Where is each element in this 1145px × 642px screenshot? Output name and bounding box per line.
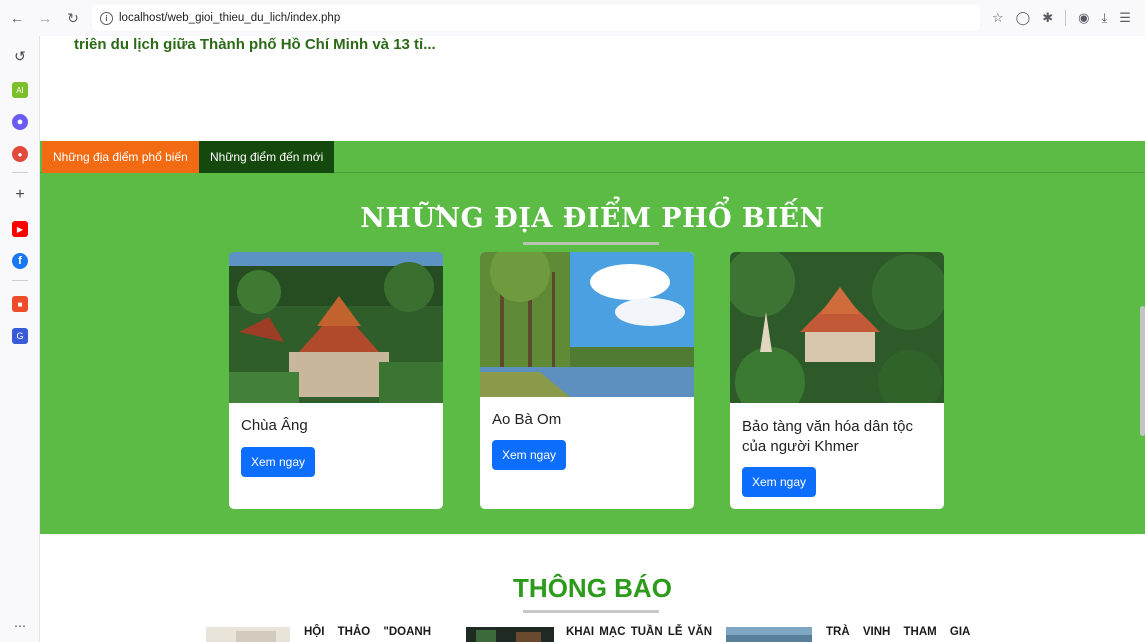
forward-icon[interactable]: → xyxy=(34,7,56,29)
tab-bar: Những địa điểm phổ biến Những điểm đến m… xyxy=(40,141,1145,173)
add-panel-icon[interactable]: + xyxy=(12,186,28,203)
shopping-icon[interactable]: ● xyxy=(12,146,28,162)
notice-underline xyxy=(523,610,659,613)
place-card: Bảo tàng văn hóa dân tộc của người Khmer… xyxy=(730,252,944,509)
card-title: Ao Bà Om xyxy=(492,411,562,428)
address-bar[interactable]: i localhost/web_gioi_thieu_du_lich/index… xyxy=(92,5,980,31)
more-icon[interactable]: ⋯ xyxy=(12,618,28,634)
news-thumbnail[interactable] xyxy=(726,627,812,642)
menu-icon[interactable]: ☰ xyxy=(1119,10,1131,26)
shopee-icon[interactable]: ■ xyxy=(12,296,28,312)
news-snippet-text[interactable]: triên du lịch giữa Thành phố Hồ Chí Minh… xyxy=(74,36,436,53)
youtube-icon[interactable]: ▶ xyxy=(12,221,28,237)
news-title[interactable]: TRÀ VINH THAM GIA xyxy=(826,626,970,638)
place-card: Ao Bà Om Xem ngay xyxy=(480,252,694,509)
bookmark-star-icon[interactable]: ☆ xyxy=(992,10,1004,26)
back-icon[interactable]: ← xyxy=(6,7,28,29)
download-icon[interactable]: ⤓ xyxy=(1101,10,1107,26)
scrollbar-thumb[interactable] xyxy=(1140,306,1145,436)
extensions-icon[interactable]: ✱ xyxy=(1042,10,1053,26)
news-thumbnail[interactable] xyxy=(206,627,290,642)
sidebar-divider xyxy=(12,172,28,173)
app-icon[interactable]: G xyxy=(12,328,28,344)
lake-image xyxy=(480,252,694,397)
shield-icon[interactable]: ◯ xyxy=(1016,10,1031,26)
tab-new-destinations[interactable]: Những điểm đến mới xyxy=(199,141,335,173)
history-icon[interactable]: ↺ xyxy=(12,48,28,64)
view-now-button[interactable]: Xem ngay xyxy=(241,447,316,477)
museum-image xyxy=(730,252,944,403)
card-title: Bảo tàng văn hóa dân tộc của người Khmer xyxy=(742,418,913,455)
popular-places-section: NHỮNG ĐỊA ĐIỂM PHỔ BIẾN Chùa Âng Xem nga… xyxy=(40,173,1145,534)
pagoda-image xyxy=(229,252,443,403)
reload-icon[interactable]: ↻ xyxy=(62,7,84,29)
news-thumbnail[interactable] xyxy=(466,627,554,642)
place-card: Chùa Âng Xem ngay xyxy=(229,252,443,509)
browser-sidebar: ↺ AI ● ● + ▶ f ■ G ⋯ xyxy=(0,36,40,642)
title-underline xyxy=(523,242,659,245)
account-icon[interactable]: ◉ xyxy=(1078,10,1089,26)
tab-popular-places[interactable]: Những địa điểm phổ biến xyxy=(42,141,199,173)
web-page: triên du lịch giữa Thành phố Hồ Chí Minh… xyxy=(40,36,1145,642)
toolbar-right: ☆ ◯ ✱ ◉ ⤓ ☰ xyxy=(992,10,1131,26)
toolbar-divider xyxy=(1065,10,1067,26)
section-title: NHỮNG ĐỊA ĐIỂM PHỔ BIẾN xyxy=(360,203,825,234)
view-now-button[interactable]: Xem ngay xyxy=(742,467,817,497)
view-now-button[interactable]: Xem ngay xyxy=(492,440,567,470)
url-text: localhost/web_gioi_thieu_du_lich/index.p… xyxy=(119,12,341,24)
news-title[interactable]: KHAI MẠC TUẦN LỄ VĂN xyxy=(566,626,712,638)
card-title: Chùa Âng xyxy=(241,417,308,434)
notice-title: THÔNG BÁO xyxy=(513,573,672,603)
news-title[interactable]: HỘI THẢO "DOANH xyxy=(304,626,431,638)
site-info-icon[interactable]: i xyxy=(100,11,113,25)
facebook-icon[interactable]: f xyxy=(12,253,28,269)
sidebar-divider-2 xyxy=(12,280,28,281)
ai-chat-icon[interactable]: AI xyxy=(12,82,28,98)
browser-toolbar: ← → ↻ i localhost/web_gioi_thieu_du_lich… xyxy=(0,0,1145,36)
messenger-icon[interactable]: ● xyxy=(12,114,28,130)
